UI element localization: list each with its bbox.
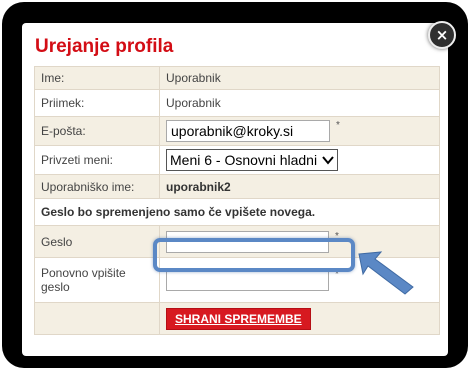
default-menu-select[interactable]: Meni 6 - Osnovni hladni [166, 149, 339, 171]
default-menu-value: Meni 6 - Osnovni hladni [170, 152, 318, 168]
name-value: Uporabnik [159, 66, 440, 90]
password-repeat-input[interactable] [166, 269, 329, 291]
username-label: Uporabniško ime: [34, 174, 160, 199]
email-label: E-pošta: [34, 116, 160, 146]
password-label: Geslo [34, 225, 160, 258]
password-highlight [153, 238, 355, 272]
row-name: Ime: Uporabnik [34, 66, 440, 90]
row-actions: SHRANI SPREMEMBE [34, 302, 440, 335]
row-notice: Geslo bo spremenjeno samo če vpišete nov… [34, 198, 440, 226]
row-username: Uporabniško ime: uporabnik2 [34, 174, 440, 199]
password-notice: Geslo bo spremenjeno samo če vpišete nov… [34, 198, 440, 226]
row-surname: Priimek: Uporabnik [34, 89, 440, 117]
surname-label: Priimek: [34, 89, 160, 117]
save-changes-button[interactable]: SHRANI SPREMEMBE [166, 307, 311, 330]
row-menu: Privzeti meni: Meni 6 - Osnovni hladni [34, 145, 440, 175]
close-button[interactable]: × [428, 21, 456, 49]
row-email: E-pošta: uporabnik@kroky.si * [34, 116, 440, 146]
surname-value: Uporabnik [159, 89, 440, 117]
username-value: uporabnik2 [159, 174, 440, 199]
arrow-pointer-icon [358, 251, 414, 295]
dialog-title: Urejanje profila [35, 36, 174, 57]
email-required-mark: * [336, 120, 340, 131]
close-icon: × [435, 26, 449, 44]
menu-label: Privzeti meni: [34, 145, 160, 175]
password-repeat-label: Ponovno vpišite geslo [34, 257, 160, 303]
name-label: Ime: [34, 66, 160, 90]
email-field[interactable]: uporabnik@kroky.si [166, 120, 330, 142]
chevron-down-icon [322, 156, 334, 165]
